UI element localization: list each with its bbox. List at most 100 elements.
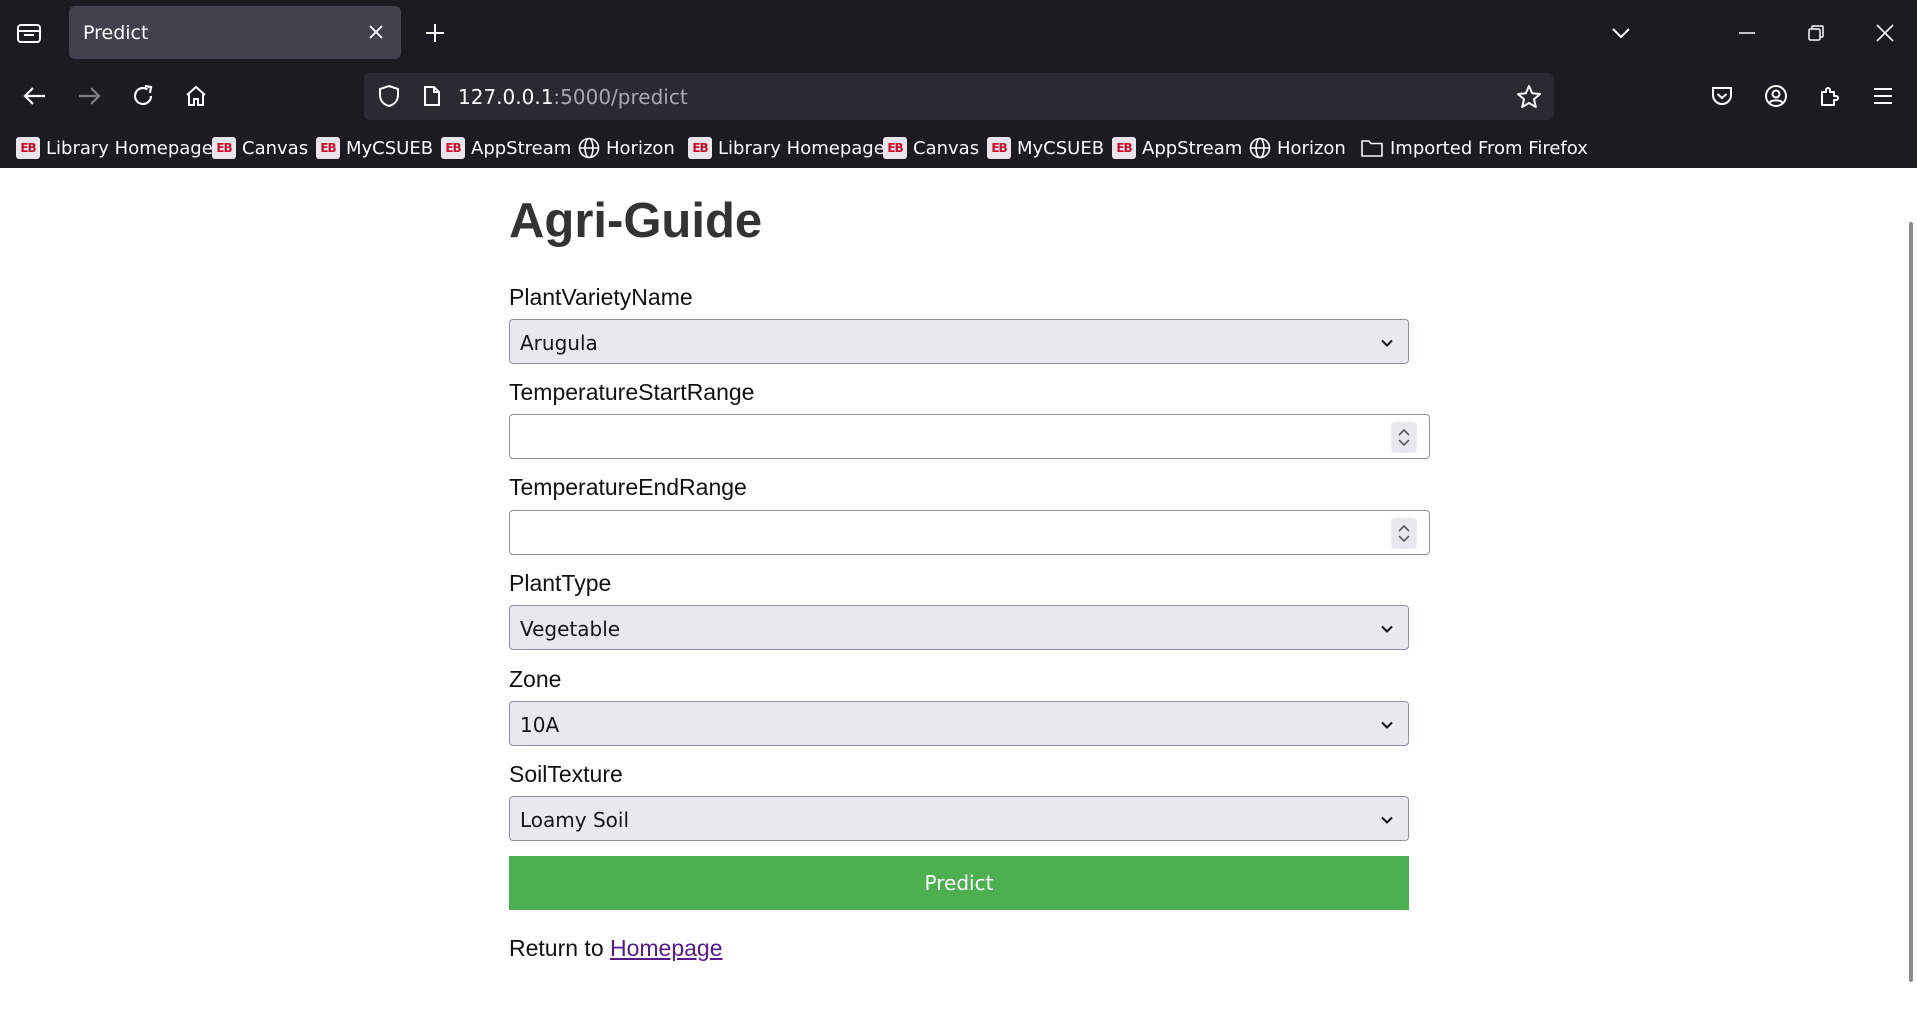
account-button[interactable] [1756,76,1796,116]
chevron-up-icon [1398,428,1410,436]
puzzle-icon [1821,87,1839,106]
new-tab-button[interactable] [416,14,454,52]
minimize-button[interactable] [1717,8,1777,58]
plant-type-select[interactable]: Vegetable [509,605,1409,650]
temperature-end-stepper[interactable] [1391,518,1417,549]
url-host: 127.0.0.1 [458,85,554,109]
eb-icon: EB [212,137,236,159]
page-content: Agri-Guide PlantVarietyName Arugula Temp… [0,168,1917,1009]
arrow-left-icon [23,87,45,105]
tab-close-button[interactable] [363,19,389,45]
account-icon [1765,85,1787,107]
restore-icon [1808,25,1824,41]
bookmarks-toolbar: EB Library Homepage EB Canvas EB MyCSUEB… [0,126,1917,168]
bookmark-label: Canvas [913,137,980,159]
close-icon [1876,24,1894,42]
bookmark-mycsueb[interactable]: EB MyCSUEB [316,134,433,162]
page-title: Agri-Guide [509,194,763,248]
bookmark-horizon[interactable]: Horizon [578,134,675,162]
bookmark-library-homepage[interactable]: EB Library Homepage [688,134,885,162]
temperature-end-label: TemperatureEndRange [509,474,747,500]
soil-texture-label: SoilTexture [509,761,623,787]
list-all-tabs-button[interactable] [1601,14,1641,52]
address-bar[interactable]: 127.0.0.1:5000/predict [364,73,1554,120]
bookmark-canvas[interactable]: EB Canvas [883,134,979,162]
bookmark-folder-imported[interactable]: Imported From Firefox [1360,134,1588,162]
zone-select[interactable]: 10A [509,701,1409,746]
home-icon [186,85,206,106]
homepage-link[interactable]: Homepage [610,935,723,961]
bookmark-star-button[interactable] [1512,80,1546,114]
eb-icon: EB [987,137,1011,159]
firefox-view-button[interactable] [10,14,48,52]
folder-icon [1361,140,1383,157]
temperature-start-stepper[interactable] [1391,422,1417,453]
home-button[interactable] [176,76,216,116]
plant-type-label: PlantType [509,570,612,596]
browser-chrome: Predict 127.0.0.1:5000/predict EB Librar… [0,0,1917,168]
eb-icon: EB [688,137,712,159]
pocket-icon [1712,87,1732,105]
bookmark-label: Horizon [606,137,675,159]
reload-button[interactable] [123,76,163,116]
zone-value: 10A [520,713,560,737]
firefox-view-icon [17,24,41,43]
temperature-start-input[interactable] [509,414,1430,459]
star-icon [1517,85,1541,108]
tab-bar: Predict [0,0,1917,66]
bookmark-canvas[interactable]: EB Canvas [212,134,308,162]
bookmark-label: MyCSUEB [1017,137,1105,159]
bookmark-mycsueb[interactable]: EB MyCSUEB [987,134,1104,162]
page-icon [424,86,440,106]
bookmark-appstream[interactable]: EB AppStream [441,134,571,162]
globe-icon [1249,137,1271,159]
bookmark-label: MyCSUEB [346,137,434,159]
eb-icon: EB [316,137,340,159]
page-scrollbar[interactable] [1909,222,1913,982]
url-path: :5000/predict [553,85,688,109]
eb-icon: EB [883,137,907,159]
back-button[interactable] [15,76,55,116]
plant-type-value: Vegetable [520,617,621,641]
bookmark-label: Library Homepage [46,137,213,159]
bookmark-library-homepage[interactable]: EB Library Homepage [16,134,213,162]
bookmark-appstream[interactable]: EB AppStream [1112,134,1242,162]
plus-icon [426,24,444,42]
bookmark-label: Library Homepage [718,137,885,159]
forward-button[interactable] [69,76,109,116]
tab-predict[interactable]: Predict [69,6,401,59]
return-text: Return to [509,935,610,961]
plant-variety-select[interactable]: Arugula [509,319,1409,364]
pocket-button[interactable] [1702,76,1742,116]
bookmark-label: Canvas [242,137,309,159]
hamburger-menu-icon [1874,88,1892,104]
chevron-down-icon [1398,439,1410,447]
chevron-down-icon [1381,625,1393,633]
window-close-button[interactable] [1855,8,1915,58]
shield-icon [379,84,399,108]
plant-variety-label: PlantVarietyName [509,284,693,310]
globe-icon [578,137,600,159]
site-info-button[interactable] [417,81,447,111]
plant-variety-value: Arugula [520,331,598,355]
bookmark-label: Imported From Firefox [1390,137,1588,159]
app-menu-button[interactable] [1863,76,1903,116]
minimize-icon [1739,32,1755,34]
eb-icon: EB [441,137,465,159]
chevron-down-icon [1381,721,1393,729]
extensions-button[interactable] [1810,76,1850,116]
url-text[interactable]: 127.0.0.1:5000/predict [458,85,688,109]
predict-button[interactable]: Predict [509,856,1409,910]
chevron-down-icon [1381,816,1393,824]
bookmark-label: AppStream [471,137,572,159]
temperature-end-input[interactable] [509,510,1430,555]
restore-button[interactable] [1786,8,1846,58]
chevron-down-icon [1612,28,1630,39]
bookmark-label: Horizon [1277,137,1346,159]
soil-texture-select[interactable]: Loamy Soil [509,796,1409,841]
tracking-protection-button[interactable] [374,81,404,111]
tab-title: Predict [83,22,149,44]
arrow-right-icon [79,87,101,105]
bookmark-horizon[interactable]: Horizon [1249,134,1346,162]
bookmark-label: AppStream [1142,137,1243,159]
